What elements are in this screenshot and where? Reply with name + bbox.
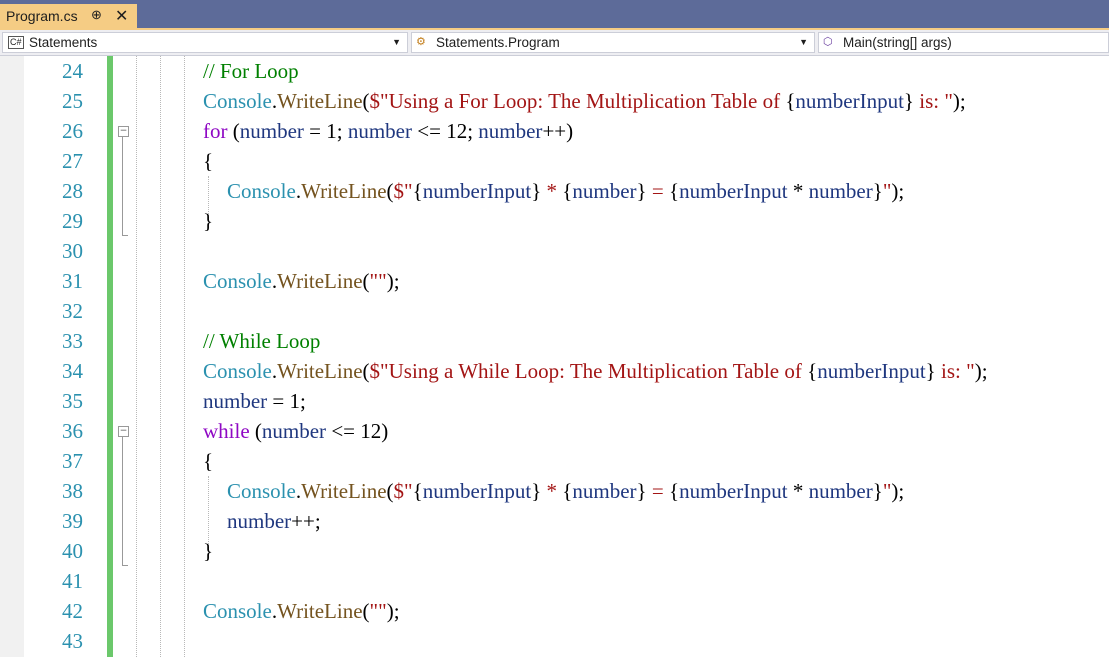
line-number: 40 bbox=[62, 539, 83, 563]
line-number: 36 bbox=[62, 419, 83, 443]
tab-program-cs[interactable]: Program.cs ⊕ ✕ bbox=[0, 4, 137, 28]
code-text[interactable]: // For Loop bbox=[203, 56, 299, 86]
code-line[interactable]: 25 Console.WriteLine($"Using a For Loop: … bbox=[0, 86, 1109, 116]
line-number: 25 bbox=[62, 89, 83, 113]
chevron-down-icon: ▼ bbox=[799, 37, 808, 47]
code-text[interactable]: Console.WriteLine($"{numberInput} * {num… bbox=[227, 476, 904, 506]
code-line[interactable]: 29} bbox=[0, 206, 1109, 236]
code-text[interactable]: number++; bbox=[227, 506, 321, 536]
line-number: 26 bbox=[62, 119, 83, 143]
line-number: 42 bbox=[62, 599, 83, 623]
code-text[interactable]: // While Loop bbox=[203, 326, 320, 356]
code-text[interactable]: while (number <= 12) bbox=[203, 416, 388, 446]
code-line[interactable]: 40} bbox=[0, 536, 1109, 566]
line-number: 35 bbox=[62, 389, 83, 413]
code-text[interactable]: Console.WriteLine(""); bbox=[203, 266, 400, 296]
chevron-down-icon: ▼ bbox=[392, 37, 401, 47]
code-line[interactable]: 39 number++; bbox=[0, 506, 1109, 536]
member-name: Main(string[] args) bbox=[843, 35, 952, 50]
code-line[interactable]: 35 number = 1; bbox=[0, 386, 1109, 416]
member-dropdown[interactable]: ⬡ Main(string[] args) bbox=[818, 32, 1109, 53]
class-icon: ⚙ bbox=[416, 36, 426, 48]
code-text[interactable]: number = 1; bbox=[203, 386, 306, 416]
code-text[interactable]: Console.WriteLine($"Using a For Loop: Th… bbox=[203, 86, 966, 116]
close-icon[interactable]: ✕ bbox=[115, 6, 128, 26]
line-number: 38 bbox=[62, 479, 83, 503]
code-line[interactable]: 41 bbox=[0, 566, 1109, 596]
code-line[interactable]: 27 { bbox=[0, 146, 1109, 176]
code-line[interactable]: 43 bbox=[0, 626, 1109, 656]
tab-title: Program.cs bbox=[6, 8, 78, 24]
code-text[interactable]: Console.WriteLine($"{numberInput} * {num… bbox=[227, 176, 904, 206]
code-line[interactable]: 34 Console.WriteLine($"Using a While Loop… bbox=[0, 356, 1109, 386]
document-tab-bar: Program.cs ⊕ ✕ bbox=[0, 0, 1109, 28]
line-number: 33 bbox=[62, 329, 83, 353]
code-text[interactable]: for (number = 1; number <= 12; number++) bbox=[203, 116, 573, 146]
project-dropdown[interactable]: C# Statements ▼ bbox=[2, 32, 408, 53]
code-text[interactable]: { bbox=[203, 146, 213, 176]
code-editor[interactable]: 24 // For Loop 25 Console.WriteLine($"Using… bbox=[0, 56, 1109, 657]
navigation-bar: C# Statements ▼ ⚙ Statements.Program ▼ ⬡… bbox=[0, 30, 1109, 56]
method-icon: ⬡ bbox=[823, 36, 833, 48]
code-line[interactable]: 28 Console.WriteLine($"{numberInput} * {n… bbox=[0, 176, 1109, 206]
line-number: 31 bbox=[62, 269, 83, 293]
project-name: Statements bbox=[29, 35, 98, 50]
line-number: 37 bbox=[62, 449, 83, 473]
code-line[interactable]: 37 { bbox=[0, 446, 1109, 476]
code-line[interactable]: 30 bbox=[0, 236, 1109, 266]
code-line[interactable]: 36 while (number <= 12) bbox=[0, 416, 1109, 446]
code-line[interactable]: 24 // For Loop bbox=[0, 56, 1109, 86]
code-line[interactable]: 32 bbox=[0, 296, 1109, 326]
pin-icon[interactable]: ⊕ bbox=[91, 7, 102, 23]
line-number: 29 bbox=[62, 209, 83, 233]
code-text[interactable]: Console.WriteLine(""); bbox=[203, 596, 400, 626]
line-number: 32 bbox=[62, 299, 83, 323]
code-line[interactable]: 31 Console.WriteLine(""); bbox=[0, 266, 1109, 296]
line-number: 24 bbox=[62, 59, 83, 83]
line-number: 43 bbox=[62, 629, 83, 653]
line-number: 34 bbox=[62, 359, 83, 383]
code-text[interactable]: } bbox=[203, 536, 213, 566]
line-number: 28 bbox=[62, 179, 83, 203]
code-text[interactable]: } bbox=[203, 206, 213, 236]
line-number: 41 bbox=[62, 569, 83, 593]
line-number: 27 bbox=[62, 149, 83, 173]
csharp-project-icon: C# bbox=[8, 36, 24, 49]
code-line[interactable]: 33 // While Loop bbox=[0, 326, 1109, 356]
code-line[interactable]: 38 Console.WriteLine($"{numberInput} * {n… bbox=[0, 476, 1109, 506]
code-line[interactable]: 42 Console.WriteLine(""); bbox=[0, 596, 1109, 626]
class-name: Statements.Program bbox=[436, 35, 560, 50]
class-dropdown[interactable]: ⚙ Statements.Program ▼ bbox=[411, 32, 815, 53]
line-number: 30 bbox=[62, 239, 83, 263]
code-text[interactable]: Console.WriteLine($"Using a While Loop: … bbox=[203, 356, 988, 386]
line-number: 39 bbox=[62, 509, 83, 533]
code-text[interactable]: { bbox=[203, 446, 213, 476]
code-line[interactable]: 26 for (number = 1; number <= 12; number+… bbox=[0, 116, 1109, 146]
